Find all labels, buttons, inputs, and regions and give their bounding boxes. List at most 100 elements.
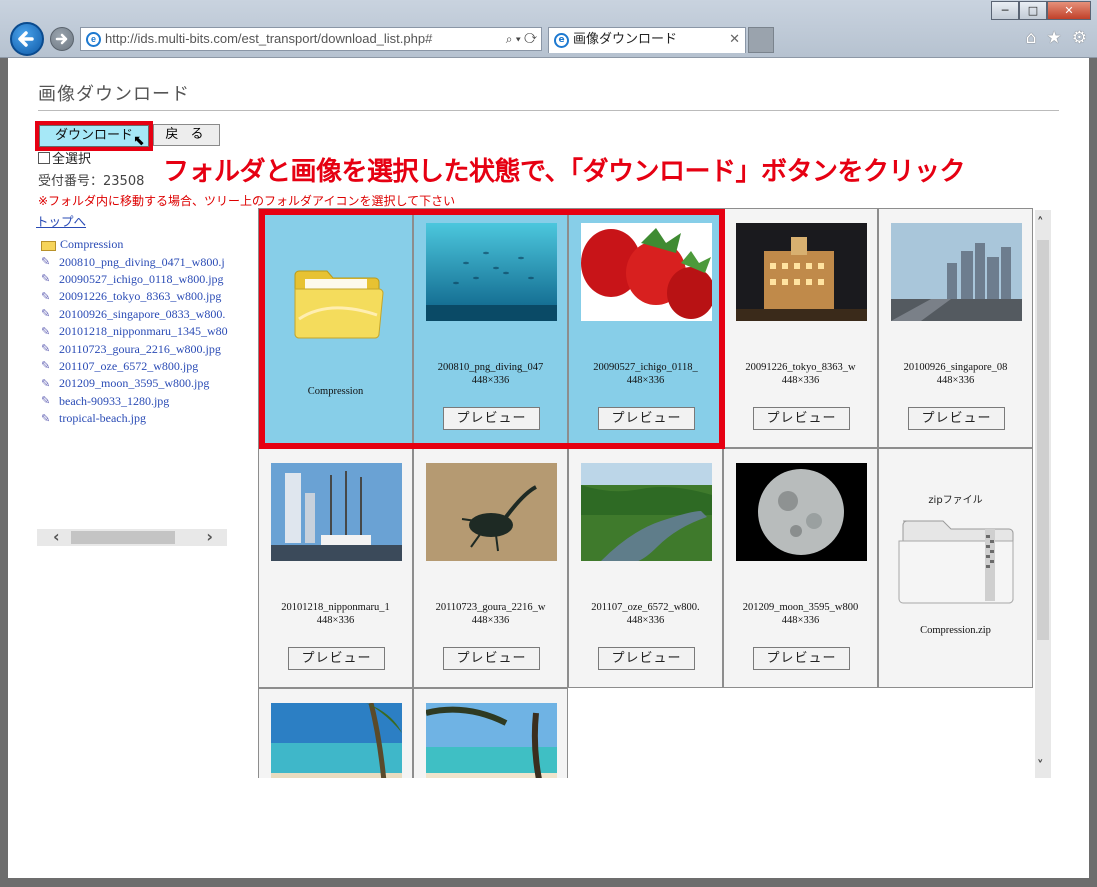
image-file-icon: ✎ — [41, 273, 51, 286]
folder-icon — [41, 240, 56, 251]
tree-item[interactable]: ✎ tropical-beach.jpg — [36, 410, 229, 427]
address-bar[interactable]: e http://ids.multi-bits.com/est_transpor… — [80, 27, 542, 51]
image-file-icon: ✎ — [41, 308, 51, 321]
image-file-icon: ✎ — [41, 290, 51, 303]
tree-item-label: 20090527_ichigo_0118_w800.jpg — [59, 271, 224, 286]
tree-item-label: tropical-beach.jpg — [59, 411, 146, 426]
tree-item-label: 200810_png_diving_0471_w800.j — [59, 254, 225, 269]
strawberry-thumbnail — [581, 223, 712, 321]
preview-button[interactable]: プレビュー — [753, 407, 850, 430]
image-file-icon: ✎ — [41, 360, 51, 373]
tree-item[interactable]: ✎ 20090527_ichigo_0118_w800.jpg — [36, 271, 229, 288]
tab-image-download[interactable]: e 画像ダウンロード ✕ — [548, 27, 746, 53]
select-all[interactable]: 全選択 — [38, 148, 91, 167]
grid-cell-image[interactable]: 20101218_nipponmaru_1 448×336 プレビュー — [258, 448, 413, 688]
tree-item-label: 20110723_goura_2216_w800.jpg — [59, 341, 221, 356]
preview-button[interactable]: プレビュー — [598, 647, 695, 670]
image-name: 20101218_nipponmaru_1 448×336 — [281, 602, 390, 626]
annotation-text: フォルダと画像を選択した状態で、「ダウンロード」ボタンをクリック — [163, 157, 965, 187]
image-name: 20110723_goura_2216_w 448×336 — [435, 602, 546, 626]
image-name: 20090527_ichigo_0118_ 448×336 — [593, 362, 698, 386]
grid-cell-zip[interactable]: zipファイル Compression.zip — [878, 448, 1033, 688]
new-tab-button[interactable] — [748, 27, 774, 53]
zip-icon — [898, 520, 1014, 604]
scrollbar-thumb[interactable] — [1037, 240, 1049, 640]
grid-cell-image[interactable]: 201209_moon_3595_w800 448×336 プレビュー — [723, 448, 878, 688]
gear-icon[interactable]: ⚙ — [1072, 28, 1087, 48]
tree-item[interactable]: ✎ 20101218_nipponmaru_1345_w80 — [36, 323, 229, 340]
grid-cell-image[interactable]: 20100926_singapore_08 448×336 プレビュー — [878, 208, 1033, 448]
cursor-icon: ⬉ — [133, 133, 145, 149]
tree-item-label: beach-90933_1280.jpg — [59, 393, 170, 408]
folder-icon — [294, 270, 384, 339]
preview-button[interactable]: プレビュー — [443, 407, 540, 430]
preview-button[interactable]: プレビュー — [598, 407, 695, 430]
tree-item-folder[interactable]: Compression — [36, 236, 229, 253]
forward-icon[interactable] — [50, 27, 74, 51]
close-button[interactable]: ✕ — [1047, 1, 1091, 20]
image-file-icon: ✎ — [41, 256, 51, 269]
scroll-down-icon[interactable]: ˅ — [1037, 759, 1044, 774]
tree-item[interactable]: ✎ beach-90933_1280.jpg — [36, 393, 229, 410]
back-icon[interactable] — [10, 22, 44, 56]
page-content: 画像ダウンロード ダウンロード ⬉ 戻 る 全選択 フォルダと画像を選択した状態… — [8, 58, 1089, 878]
scroll-left-icon[interactable]: ‹ — [53, 527, 60, 546]
grid-cell-image[interactable]: 200810_png_diving_047 448×336 プレビュー — [413, 208, 568, 448]
tree-item[interactable]: ✎ 201209_moon_3595_w800.jpg — [36, 375, 229, 392]
oze-thumbnail — [581, 463, 712, 561]
diving-thumbnail — [426, 223, 557, 321]
scroll-up-icon[interactable]: ˄ — [1037, 216, 1044, 231]
tokyo-thumbnail — [736, 223, 867, 321]
minimize-button[interactable]: ─ — [991, 1, 1019, 20]
folder-name: Compression — [307, 386, 364, 397]
tree-item-label: Compression — [60, 237, 124, 252]
grid-cell-image[interactable]: 20110723_goura_2216_w 448×336 プレビュー — [413, 448, 568, 688]
preview-button[interactable]: プレビュー — [288, 647, 385, 670]
image-name: 20091226_tokyo_8363_w 448×336 — [745, 362, 856, 386]
grid-vertical-scrollbar[interactable]: ˄ ˅ — [1035, 210, 1051, 778]
image-file-icon: ✎ — [41, 395, 51, 408]
tree-item-label: 201209_moon_3595_w800.jpg — [59, 376, 210, 391]
folder-warning: ※フォルダ内に移動する場合、ツリー上のフォルダアイコンを選択して下さい — [38, 194, 456, 208]
grid-cell-folder[interactable]: Compression — [258, 208, 413, 448]
image-file-icon: ✎ — [41, 325, 51, 338]
tree-item[interactable]: ✎ 201107_oze_6572_w800.jpg — [36, 358, 229, 375]
grid-cell-image[interactable]: 20091226_tokyo_8363_w 448×336 プレビュー — [723, 208, 878, 448]
image-file-icon: ✎ — [41, 377, 51, 390]
ie-icon: e — [554, 33, 569, 48]
tree-item[interactable]: ✎ 200810_png_diving_0471_w800.j — [36, 253, 229, 270]
star-icon[interactable]: ★ — [1047, 28, 1062, 48]
back-button[interactable]: 戻 る — [153, 124, 220, 146]
tree-item-label: 201107_oze_6572_w800.jpg — [59, 358, 199, 373]
grid-cell-image[interactable]: 20090527_ichigo_0118_ 448×336 プレビュー — [568, 208, 723, 448]
tab-close-icon[interactable]: ✕ — [729, 28, 740, 52]
scroll-right-icon[interactable]: › — [206, 527, 213, 546]
singapore-thumbnail — [891, 223, 1022, 321]
tree-item-label: 20101218_nipponmaru_1345_w80 — [59, 324, 228, 339]
grid-cell-image[interactable] — [258, 688, 413, 778]
home-icon[interactable]: ⌂ — [1026, 28, 1037, 48]
moon-thumbnail — [736, 463, 867, 561]
scrollbar-thumb[interactable] — [71, 531, 175, 544]
tree-horizontal-scrollbar[interactable]: ‹ › — [37, 527, 227, 546]
beach-thumbnail — [271, 703, 402, 778]
image-file-icon: ✎ — [41, 412, 51, 425]
tree-item[interactable]: ✎ 20110723_goura_2216_w800.jpg — [36, 340, 229, 357]
tree-item-label: 20091226_tokyo_8363_w800.jpg — [59, 289, 222, 304]
file-tree: トップへ Compression ✎ 200810_png_diving_0471… — [36, 211, 229, 531]
tropical-beach-thumbnail — [426, 703, 557, 778]
image-name: 201107_oze_6572_w800. 448×336 — [591, 602, 700, 626]
tree-item[interactable]: ✎ 20091226_tokyo_8363_w800.jpg — [36, 288, 229, 305]
maximize-button[interactable]: □ — [1019, 1, 1047, 20]
search-icon[interactable]: ⌕ ▾ ⟳ — [506, 28, 537, 50]
tree-top-link[interactable]: トップへ — [36, 211, 229, 230]
preview-button[interactable]: プレビュー — [753, 647, 850, 670]
grid-cell-image[interactable] — [413, 688, 568, 778]
tree-item[interactable]: ✎ 20100926_singapore_0833_w800. — [36, 306, 229, 323]
page-title: 画像ダウンロード — [38, 84, 190, 105]
grid-cell-image[interactable]: 201107_oze_6572_w800. 448×336 プレビュー — [568, 448, 723, 688]
preview-button[interactable]: プレビュー — [908, 407, 1005, 430]
select-all-checkbox[interactable] — [38, 151, 50, 164]
preview-button[interactable]: プレビュー — [443, 647, 540, 670]
zip-name: Compression.zip — [920, 625, 991, 636]
